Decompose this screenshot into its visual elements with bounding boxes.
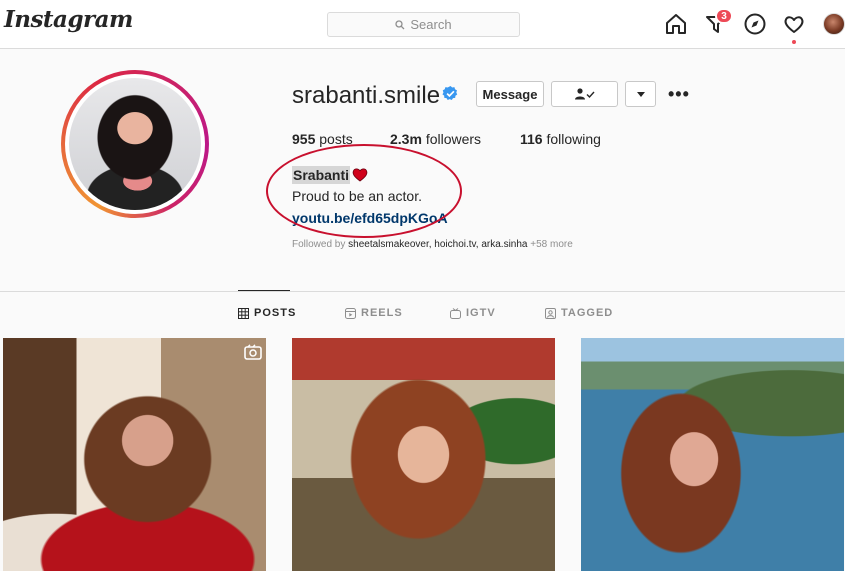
caret-down-icon bbox=[636, 91, 645, 97]
suggestions-dropdown-button[interactable] bbox=[625, 81, 656, 107]
tagged-icon bbox=[545, 307, 556, 319]
home-icon[interactable] bbox=[664, 12, 688, 36]
activity-dot bbox=[792, 40, 796, 44]
top-navigation-bar: Instagram Search 3 bbox=[0, 0, 845, 49]
profile-photo bbox=[69, 78, 201, 210]
more-options-icon[interactable]: ••• bbox=[668, 84, 690, 105]
following-button[interactable] bbox=[551, 81, 618, 107]
profile-username: srabanti.smile bbox=[292, 82, 441, 109]
igtv-icon bbox=[450, 307, 461, 319]
notification-badge: 3 bbox=[715, 8, 733, 24]
search-icon bbox=[395, 19, 405, 29]
explore-compass-icon[interactable] bbox=[743, 12, 767, 36]
annotation-circle bbox=[266, 144, 462, 238]
user-check-icon bbox=[574, 88, 595, 100]
verified-badge-icon bbox=[442, 86, 458, 100]
activity-heart-icon[interactable] bbox=[782, 12, 806, 36]
followed-by-text[interactable]: Followed by sheetalsmakeover, hoichoi.tv… bbox=[292, 239, 573, 250]
post-thumbnail[interactable] bbox=[581, 338, 844, 571]
tab-tagged[interactable]: TAGGED bbox=[545, 307, 613, 319]
message-button[interactable]: Message bbox=[476, 81, 544, 107]
profile-avatar-nav[interactable] bbox=[823, 13, 845, 35]
grid-icon bbox=[238, 307, 249, 319]
search-placeholder: Search bbox=[410, 17, 452, 32]
instagram-logo[interactable]: Instagram bbox=[4, 6, 133, 33]
post-thumbnail[interactable] bbox=[292, 338, 555, 571]
active-tab-indicator bbox=[238, 290, 290, 291]
post-thumbnail[interactable] bbox=[3, 338, 266, 571]
profile-picture[interactable] bbox=[61, 70, 209, 218]
search-input[interactable]: Search bbox=[327, 12, 520, 37]
following-count[interactable]: 116 following bbox=[520, 131, 601, 147]
video-icon bbox=[244, 344, 262, 360]
reels-icon bbox=[345, 307, 356, 319]
tab-posts[interactable]: POSTS bbox=[238, 307, 296, 319]
tab-reels[interactable]: REELS bbox=[345, 307, 403, 319]
tabs-divider bbox=[0, 291, 845, 292]
followers-count[interactable]: 2.3m followers bbox=[390, 131, 481, 147]
tab-igtv[interactable]: IGTV bbox=[450, 307, 496, 319]
